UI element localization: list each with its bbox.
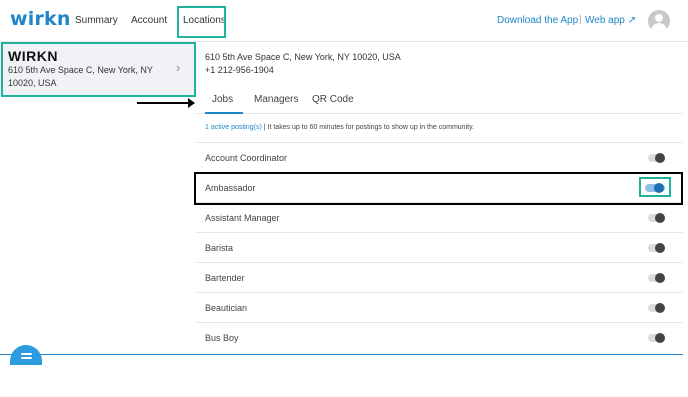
job-toggle[interactable] [648,153,665,163]
top-navigation-bar: wirkn Summary Account Locations Download… [0,0,688,42]
pointer-arrow-line [137,102,192,104]
header-separator: | [579,14,582,25]
active-postings-link[interactable]: 1 active posting(s) [205,124,262,131]
toggle-knob [655,153,665,163]
tab-qr-code[interactable]: QR Code [312,94,354,105]
bottom-divider [0,354,683,355]
job-label: Barista [205,243,234,253]
chat-lines [21,353,32,355]
avatar-head [655,14,663,22]
main-address: 610 5th Ave Space C, New York, NY 10020,… [205,52,401,62]
postings-notice-text: | It takes up to 60 minutes for postings… [261,124,474,131]
job-row: Beautician [196,292,683,322]
tab-managers[interactable]: Managers [254,94,298,105]
tab-jobs[interactable]: Jobs [212,94,233,105]
toggle-knob [655,303,665,313]
locations-highlight-box [177,6,226,38]
toggle-knob [655,333,665,343]
user-avatar-icon[interactable] [648,10,670,32]
pointer-arrow-head [188,98,195,108]
avatar-body [651,23,667,32]
job-label: Bartender [205,273,245,283]
job-row: Bus Boy [196,322,683,352]
job-row: Account Coordinator [196,142,683,172]
job-label: Assistant Manager [205,213,280,223]
job-toggle[interactable] [648,303,665,313]
job-label: Account Coordinator [205,153,288,163]
job-row: Bartender [196,262,683,292]
web-app-link[interactable]: Web app ↗ [585,15,636,26]
page: wirkn Summary Account Locations Download… [0,0,688,397]
job-row: Assistant Manager [196,202,683,232]
tabs-divider [196,113,683,114]
postings-notice: 1 active posting(s) | It takes up to 60 … [205,124,474,131]
download-app-link[interactable]: Download the App [497,15,578,26]
job-toggle[interactable] [648,273,665,283]
job-label: Beautician [205,303,248,313]
ambassador-highlight-box [194,172,683,205]
toggle-knob [655,213,665,223]
job-toggle[interactable] [648,333,665,343]
active-tab-indicator [205,112,243,114]
job-row: Barista [196,232,683,262]
location-card-highlight-box [1,42,196,97]
toggle-knob [655,273,665,283]
job-label: Bus Boy [205,333,239,343]
main-phone: +1 212-956-1904 [205,65,274,75]
nav-account[interactable]: Account [131,15,167,26]
toggle-knob [655,243,665,253]
job-toggle[interactable] [648,243,665,253]
wirkn-logo[interactable]: wirkn [10,8,71,30]
job-toggle[interactable] [648,213,665,223]
toggle-highlight-box [639,177,671,197]
chat-bubble-icon[interactable] [10,345,42,365]
nav-summary[interactable]: Summary [75,15,118,26]
